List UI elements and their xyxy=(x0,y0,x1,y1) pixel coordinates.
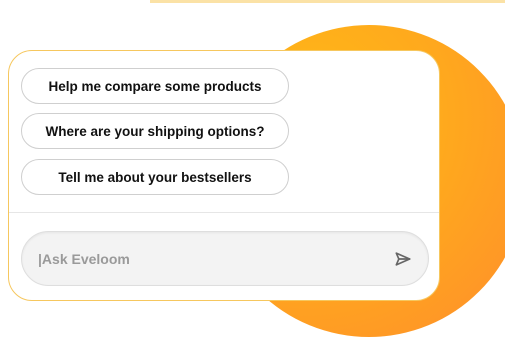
top-accent-bar xyxy=(150,0,505,3)
panel-divider xyxy=(9,212,439,213)
message-composer xyxy=(21,231,429,286)
suggestion-bestsellers[interactable]: Tell me about your bestsellers xyxy=(21,159,289,195)
ask-input[interactable] xyxy=(38,245,368,272)
send-icon xyxy=(395,251,411,266)
send-button[interactable] xyxy=(392,248,414,270)
suggestion-shipping-options[interactable]: Where are your shipping options? xyxy=(21,113,289,149)
chat-panel: Help me compare some products Where are … xyxy=(8,50,440,301)
suggestion-compare-products[interactable]: Help me compare some products xyxy=(21,68,289,104)
